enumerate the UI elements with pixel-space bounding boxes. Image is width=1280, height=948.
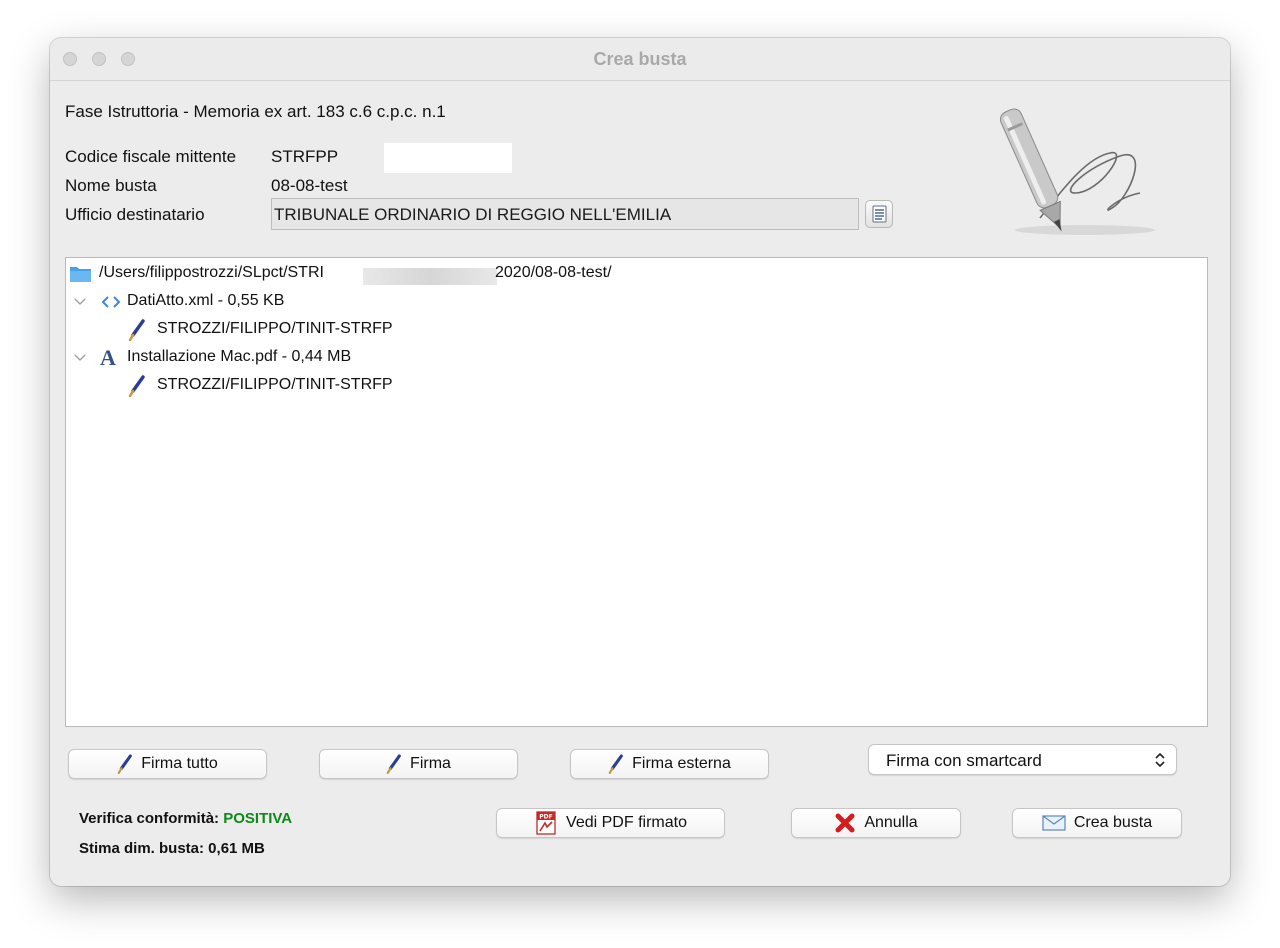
xml-code-icon (101, 296, 121, 308)
pdf-a-icon: A (100, 345, 116, 370)
verifica-label: Verifica conformità: (79, 810, 220, 827)
tree-item-row[interactable]: DatiAtto.xml - 0,55 KB (68, 290, 668, 314)
vedi-pdf-firmato-button[interactable]: PDF Vedi PDF firmato (496, 808, 725, 838)
annulla-label: Annulla (864, 814, 918, 831)
crea-busta-label: Crea busta (1073, 814, 1153, 831)
tree-root-row[interactable]: /Users/filippostrozzi/SLpct/STRI 2020/08… (68, 262, 768, 286)
tree-signature-row[interactable]: STROZZI/FILIPPO/TINIT-STRFP (68, 318, 668, 342)
codice-fiscale-value: STRFPP (271, 147, 339, 166)
firma-tutto-button[interactable]: Firma tutto (68, 749, 267, 779)
tree-item-row[interactable]: A Installazione Mac.pdf - 0,44 MB (68, 345, 668, 370)
pdf-icon: PDF (536, 811, 556, 835)
pen-icon (128, 319, 145, 341)
firma-tutto-label: Firma tutto (141, 755, 218, 772)
fase-label: Fase Istruttoria - Memoria ex art. 183 c… (65, 102, 446, 121)
nome-busta-value: 08-08-test (271, 176, 348, 195)
stima-dimensione: Stima dim. busta: 0,61 MB (79, 840, 265, 857)
firma-button[interactable]: Firma (319, 749, 518, 779)
chevron-down-icon[interactable] (74, 353, 86, 363)
firma-mode-select[interactable]: Firma con smartcard (868, 744, 1177, 775)
window-title: Crea busta (593, 49, 687, 69)
firma-label: Firma (410, 755, 451, 772)
tree-signer-label: STROZZI/FILIPPO/TINIT-STRFP (157, 376, 393, 393)
crea-busta-window: Crea busta Fase Istruttoria - Memoria ex… (50, 38, 1230, 886)
firma-esterna-button[interactable]: Firma esterna (570, 749, 769, 779)
title-bar: Crea busta (50, 38, 1230, 81)
list-icon (872, 205, 887, 223)
redacted-path-segment (363, 268, 497, 285)
tree-signer-label: STROZZI/FILIPPO/TINIT-STRFP (157, 320, 393, 337)
verifica-conformita: Verifica conformità: POSITIVA (79, 810, 292, 827)
root-path-end: 2020/08-08-test/ (495, 264, 612, 281)
pen-icon (128, 375, 145, 397)
chevron-down-icon[interactable] (74, 297, 86, 307)
vedi-pdf-label: Vedi PDF firmato (566, 814, 687, 831)
file-tree[interactable]: /Users/filippostrozzi/SLpct/STRI 2020/08… (65, 257, 1208, 727)
select-office-button[interactable] (865, 200, 893, 228)
pen-icon (608, 754, 624, 774)
verifica-status-badge: POSITIVA (223, 810, 293, 827)
signing-pen-icon (1000, 108, 1155, 235)
root-path-start: /Users/filippostrozzi/SLpct/STRI (99, 264, 324, 281)
firma-mode-value: Firma con smartcard (886, 751, 1042, 770)
chevron-updown-icon (1155, 752, 1165, 768)
crea-busta-button[interactable]: Crea busta (1012, 808, 1182, 838)
pen-icon (386, 754, 401, 774)
folder-icon (70, 267, 91, 282)
tree-item-label: DatiAtto.xml - 0,55 KB (127, 292, 285, 309)
tree-item-label: Installazione Mac.pdf - 0,44 MB (127, 348, 352, 365)
pen-icon (117, 754, 133, 774)
redacted-area (384, 143, 512, 173)
svg-text:PDF: PDF (539, 814, 552, 821)
annulla-button[interactable]: Annulla (791, 808, 961, 838)
envelope-icon (1042, 815, 1066, 831)
close-icon (835, 813, 855, 833)
nome-busta-label: Nome busta (65, 176, 157, 195)
ufficio-destinatario-field[interactable]: TRIBUNALE ORDINARIO DI REGGIO NELL'EMILI… (271, 198, 859, 230)
tree-signature-row[interactable]: STROZZI/FILIPPO/TINIT-STRFP (68, 374, 668, 398)
codice-fiscale-label: Codice fiscale mittente (65, 147, 237, 166)
firma-esterna-label: Firma esterna (632, 755, 731, 772)
ufficio-label: Ufficio destinatario (65, 205, 205, 224)
